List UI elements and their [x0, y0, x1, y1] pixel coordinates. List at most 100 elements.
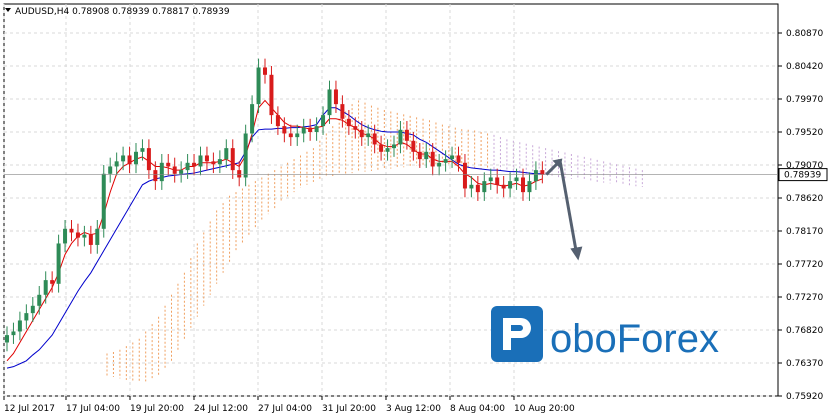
current-price-label: 0.78939	[784, 171, 821, 181]
candle-body	[114, 161, 119, 167]
candle-body	[366, 133, 371, 138]
candle-body	[469, 184, 474, 189]
candle-body	[295, 133, 300, 138]
y-tick-label: 0.77720	[786, 260, 823, 270]
candle-body	[127, 155, 132, 165]
candle-body	[250, 104, 255, 134]
candle-body	[30, 305, 35, 314]
candle-body	[540, 170, 545, 175]
x-tick-label: 19 Jul 20:00	[130, 404, 184, 414]
candle-body	[224, 148, 229, 160]
symbol-label[interactable]: AUDUSD,H4 0.78908 0.78939 0.78817 0.7893…	[15, 7, 230, 17]
y-tick-label: 0.80420	[786, 62, 823, 72]
candle-body	[288, 133, 293, 138]
candle-body	[533, 170, 538, 182]
candle-body	[340, 104, 345, 119]
candle-body	[521, 177, 525, 193]
candle-body	[159, 162, 164, 182]
candle-body	[482, 181, 487, 193]
candle-body	[527, 181, 532, 193]
candle-body	[501, 184, 506, 189]
candle-body	[495, 177, 500, 185]
candle-body	[50, 280, 55, 284]
candle-body	[134, 151, 138, 165]
x-tick-label: 10 Aug 20:00	[514, 404, 575, 414]
candle-body	[37, 294, 42, 306]
x-tick-label: 24 Jul 12:00	[194, 404, 248, 414]
candle-body	[437, 162, 442, 167]
candle-body	[24, 313, 29, 321]
y-tick-label: 0.77270	[786, 293, 823, 303]
candle-body	[146, 148, 151, 171]
y-tick-label: 0.79970	[786, 95, 823, 105]
y-tick-label: 0.79520	[786, 128, 823, 138]
candle-body	[333, 89, 338, 105]
candle-body	[443, 159, 448, 163]
logo-wordmark: oboForex	[550, 317, 719, 361]
candle-body	[327, 89, 332, 116]
candle-body	[69, 228, 74, 233]
candle-body	[179, 170, 184, 174]
candle-body	[385, 148, 390, 152]
candle-body	[424, 151, 429, 160]
y-tick-label: 0.76820	[786, 326, 823, 336]
candle-body	[75, 232, 80, 238]
candle-body	[172, 166, 177, 174]
candle-body	[269, 74, 274, 116]
candle-body	[17, 320, 22, 332]
candle-body	[450, 155, 455, 160]
y-tick-label: 0.76370	[786, 359, 823, 369]
candle-body	[166, 162, 171, 167]
candle-body	[121, 155, 126, 162]
candle-body	[230, 148, 235, 171]
candle-body	[243, 133, 248, 178]
candle-body	[108, 166, 113, 174]
chart-root: 0.80870 0.80420 0.79970 0.79520 0.79070 0.786…	[0, 0, 830, 420]
candle-body	[308, 127, 313, 132]
y-tick-label: 0.78170	[786, 227, 823, 237]
candle-body	[398, 129, 403, 145]
candle-body	[88, 234, 93, 245]
candle-body	[353, 126, 358, 130]
candle-body	[359, 129, 364, 138]
candle-body	[43, 280, 48, 295]
candle-body	[237, 170, 242, 178]
candle-body	[314, 126, 319, 132]
candle-body	[140, 148, 145, 152]
candle-body	[346, 118, 351, 127]
candle-body	[462, 162, 467, 189]
candle-body	[392, 144, 396, 149]
candle-body	[198, 155, 203, 167]
candle-body	[95, 228, 100, 245]
candle-body	[275, 115, 280, 127]
candle-body	[456, 155, 461, 163]
candle-body	[153, 170, 158, 182]
candle-body	[82, 234, 87, 238]
y-tick-label: 0.78620	[786, 194, 823, 204]
x-tick-label: 8 Aug 04:00	[450, 404, 505, 414]
candle-body	[185, 162, 190, 171]
candle-body	[411, 140, 416, 152]
candle-body	[63, 228, 68, 244]
x-tick-label: 3 Aug 12:00	[386, 404, 441, 414]
candle-body	[514, 177, 519, 182]
candle-body	[282, 126, 287, 134]
candle-body	[379, 144, 384, 152]
candle-body	[430, 151, 435, 167]
price-chart[interactable]: 0.808700.804200.799700.795200.790700.786…	[0, 0, 830, 420]
candle-body	[321, 115, 326, 127]
y-tick-label: 0.75920	[786, 392, 823, 402]
candle-body	[211, 161, 216, 165]
candle-body	[372, 133, 377, 145]
candle-body	[256, 67, 261, 105]
candle-body	[101, 173, 106, 229]
x-tick-label: 27 Jul 04:00	[258, 404, 312, 414]
x-tick-label: 12 Jul 2017	[4, 404, 55, 414]
candle-body	[488, 177, 493, 182]
candle-body	[11, 331, 16, 336]
candle-body	[192, 162, 197, 167]
candle-body	[204, 155, 209, 162]
candle-body	[475, 184, 480, 193]
x-tick-label: 31 Jul 20:00	[322, 404, 376, 414]
candle-body	[217, 159, 222, 165]
